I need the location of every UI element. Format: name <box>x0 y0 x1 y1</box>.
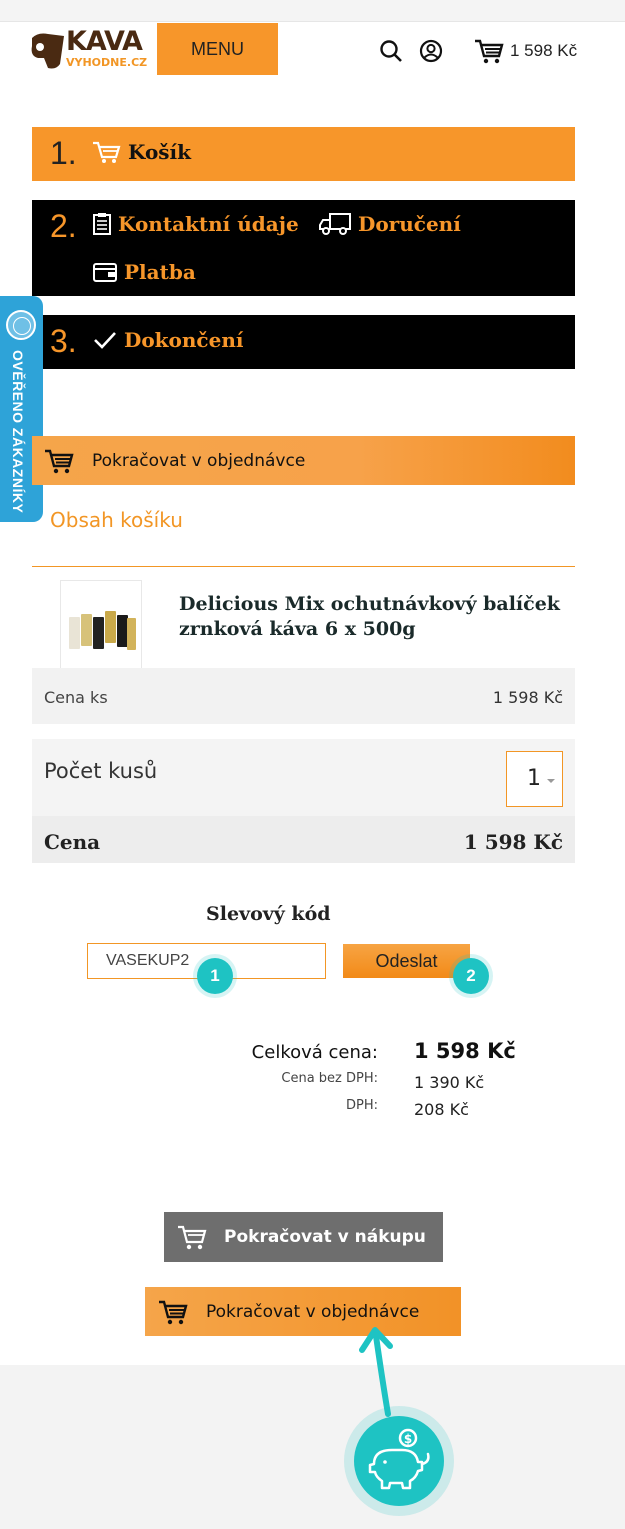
quantity-row: Počet kusů 1 <box>32 739 575 816</box>
line-total-value: 1 598 Kč <box>463 830 563 854</box>
cart-icon <box>159 1300 188 1324</box>
annotation-arrow-icon <box>359 1327 393 1417</box>
line-total-label: Cena <box>44 830 101 854</box>
logo-brand: KAVA <box>66 26 143 57</box>
step-number: 1. <box>50 135 77 171</box>
cart-icon <box>178 1225 207 1250</box>
step-payment[interactable]: Platba <box>92 260 196 284</box>
cart-contents-title: Obsah košíku <box>50 508 183 532</box>
step-delivery[interactable]: Doručení <box>318 212 461 236</box>
clipboard-icon <box>93 213 111 235</box>
cart-icon <box>475 39 504 64</box>
product-thumbnail[interactable] <box>60 580 142 674</box>
quantity-label: Počet kusů <box>44 759 158 783</box>
unit-price-label: Cena ks <box>44 688 108 707</box>
step-cart-label: Košík <box>92 140 191 164</box>
continue-order-label: Pokračovat v objednávce <box>92 450 306 471</box>
header-cart-total: 1 598 Kč <box>510 41 578 60</box>
divider <box>32 566 575 567</box>
discount-submit-button[interactable]: Odeslat <box>343 944 470 978</box>
piggy-bank-icon: $ <box>368 1428 430 1490</box>
continue-shopping-button[interactable]: Pokračovat v nákupu <box>164 1212 443 1262</box>
continue-shopping-label: Pokračovat v nákupu <box>224 1227 426 1247</box>
verified-customers-badge[interactable]: OVĚŘENO ZÁKAZNÍKY <box>0 296 43 522</box>
unit-price-row: Cena ks 1 598 Kč <box>32 668 575 724</box>
verified-badge-text: OVĚŘENO ZÁKAZNÍKY <box>10 350 26 514</box>
cart-icon <box>45 449 74 473</box>
step-details: 2. Kontaktní údaje Doručení Platba <box>32 200 575 296</box>
wallet-icon <box>93 263 117 282</box>
browser-top-strip <box>0 0 625 22</box>
step-finish[interactable]: 3. Dokončení <box>32 315 575 369</box>
step-contact-details[interactable]: Kontaktní údaje <box>92 212 299 236</box>
step-number: 3. <box>50 323 77 359</box>
verified-seal-icon <box>6 310 36 340</box>
search-icon[interactable] <box>379 39 403 63</box>
site-logo[interactable]: KAVA VYHODNE.CZ <box>30 28 147 74</box>
price-without-vat-label: Cena bez DPH: <box>281 1071 378 1086</box>
price-without-vat-value: 1 390 Kč <box>414 1073 485 1092</box>
step-cart[interactable]: 1. Košík <box>32 127 575 181</box>
user-account-icon[interactable] <box>419 39 443 63</box>
continue-order-bar[interactable]: Pokračovat v objednávce <box>32 436 575 485</box>
continue-order-button[interactable]: Pokračovat v objednávce <box>145 1287 461 1336</box>
cart-icon <box>93 141 121 163</box>
step-number: 2. <box>50 208 77 244</box>
total-price-value: 1 598 Kč <box>414 1039 516 1063</box>
vat-label: DPH: <box>345 1098 378 1113</box>
total-price-label: Celková cena: <box>251 1042 378 1063</box>
chevron-down-icon <box>547 779 555 783</box>
line-total-row: Cena 1 598 Kč <box>32 816 575 863</box>
coffee-cup-icon <box>31 33 65 69</box>
product-name[interactable]: Delicious Mix ochutnávkový balíček zrnko… <box>179 592 569 642</box>
annotation-marker-2: 2 <box>453 958 489 994</box>
vat-value: 208 Kč <box>414 1100 469 1119</box>
header-cart[interactable]: 1 598 Kč <box>474 37 577 65</box>
svg-text:$: $ <box>404 1432 412 1446</box>
unit-price-value: 1 598 Kč <box>492 688 563 707</box>
savings-badge: $ <box>344 1406 454 1516</box>
menu-button[interactable]: MENU <box>157 23 278 75</box>
quantity-select[interactable]: 1 <box>506 751 563 807</box>
logo-subtitle: VYHODNE.CZ <box>66 56 148 69</box>
truck-icon <box>319 213 351 235</box>
footer-area <box>0 1365 625 1529</box>
step-finish-label: Dokončení <box>92 328 243 352</box>
discount-code-title: Slevový kód <box>206 903 331 925</box>
checkmark-icon <box>94 332 116 349</box>
annotation-marker-1: 1 <box>197 958 233 994</box>
quantity-value: 1 <box>527 766 541 791</box>
